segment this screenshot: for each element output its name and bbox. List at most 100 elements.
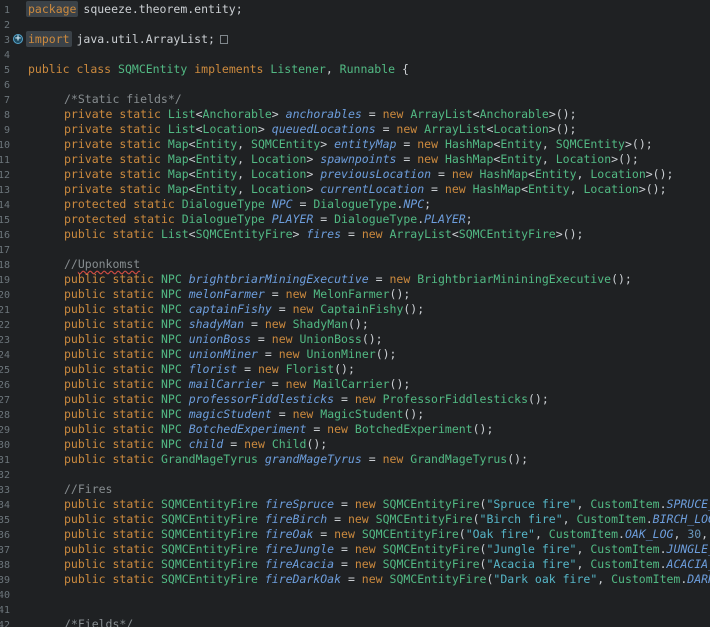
code-line[interactable]: 2 (0, 17, 710, 32)
code-line[interactable]: 34 public static SQMCEntityFire fireSpruc… (0, 497, 710, 512)
code-token: static (119, 167, 161, 181)
code-line[interactable]: 30 public static NPC child = new Child(); (0, 437, 710, 452)
code-text: public static SQMCEntityFire fireAcacia … (25, 557, 710, 572)
line-number: 32 (0, 470, 10, 481)
code-line[interactable]: 25 public static NPC florist = new Floris… (0, 362, 710, 377)
code-token: static (112, 437, 155, 451)
fold-margin (12, 272, 25, 287)
code-token: 30 (687, 527, 702, 541)
code-line[interactable]: 38 public static SQMCEntityFire fireAcaci… (0, 557, 710, 572)
code-line[interactable]: 6 (0, 77, 710, 92)
code-line[interactable]: 9 private static List<Location> queuedLoc… (0, 122, 710, 137)
code-token: public (64, 452, 106, 466)
code-token: , (534, 527, 549, 541)
code-line[interactable]: 5 public class SQMCEntity implements List… (0, 62, 710, 77)
code-token: static (112, 302, 155, 316)
code-line[interactable]: 32 (0, 467, 710, 482)
code-token: CustomItem (590, 497, 660, 511)
code-line[interactable]: 7 /*Static fields*/ (0, 92, 710, 107)
code-token: (); (375, 347, 397, 361)
code-line[interactable]: 17 (0, 242, 710, 257)
code-line[interactable]: 12 private static Map<Entity, Location> p… (0, 167, 710, 182)
code-token: new (334, 527, 355, 541)
code-token: Location (202, 122, 258, 136)
code-line[interactable]: 37 public static SQMCEntityFire fireJungl… (0, 542, 710, 557)
code-line[interactable]: 24 public static NPC unionMiner = new Uni… (0, 347, 710, 362)
code-line[interactable]: 13 private static Map<Entity, Location> c… (0, 182, 710, 197)
code-line[interactable]: 28 public static NPC magicStudent = new M… (0, 407, 710, 422)
code-line[interactable]: 1 package squeeze.theorem.entity; (0, 1, 710, 17)
code-token: List (160, 227, 189, 241)
code-line[interactable]: 33 //Fires (0, 482, 710, 497)
code-line[interactable]: 40 (0, 587, 710, 602)
code-line[interactable]: 16 public static List<SQMCEntityFire> fir… (0, 227, 710, 242)
code-line[interactable]: 8 private static List<Anchorable> anchora… (0, 107, 710, 122)
code-line[interactable]: 10 private static Map<Entity, SQMCEntity>… (0, 137, 710, 152)
code-line[interactable]: 20 public static NPC melonFarmer = new Me… (0, 287, 710, 302)
code-token: public (64, 497, 106, 511)
code-line[interactable]: 11 private static Map<Entity, Location> s… (0, 152, 710, 167)
fold-margin (12, 512, 25, 527)
code-token: , (541, 152, 556, 166)
code-line[interactable]: 4 (0, 47, 710, 62)
line-number: 17 (0, 245, 10, 256)
code-token: SQMCEntityFire (160, 542, 258, 556)
code-line[interactable]: 23 public static NPC unionBoss = new Unio… (0, 332, 710, 347)
code-token: Entity (500, 152, 542, 166)
fold-margin (12, 422, 25, 437)
code-line[interactable]: 21 public static NPC captainFishy = new C… (0, 302, 710, 317)
code-token: > (306, 152, 321, 166)
code-editor[interactable]: 1 package squeeze.theorem.entity; 2 3 + impor… (0, 0, 710, 627)
code-token: ; (424, 197, 432, 211)
code-line[interactable]: 36 public static SQMCEntityFire fireOak =… (0, 527, 710, 542)
code-line[interactable]: 3 + import java.util.ArrayList; (0, 31, 710, 47)
code-token: florist (188, 362, 238, 376)
code-token: static (119, 182, 161, 196)
code-line[interactable]: 26 public static NPC mailCarrier = new Ma… (0, 377, 710, 392)
code-token: fireJungle (264, 542, 335, 556)
code-token: Entity (500, 137, 542, 151)
code-token: static (112, 347, 155, 361)
code-text: //Fires (25, 482, 112, 497)
code-token: unionBoss (188, 332, 251, 346)
code-line[interactable]: 39 public static SQMCEntityFire fireDarkO… (0, 572, 710, 587)
code-token: Child (271, 437, 307, 451)
code-text: public static NPC melonFarmer = new Melo… (25, 287, 410, 302)
code-token: static (112, 272, 155, 286)
code-token: PLAYER (271, 212, 314, 226)
code-line[interactable]: 14 protected static DialogueType NPC = Di… (0, 197, 710, 212)
fold-margin (12, 467, 25, 482)
code-line[interactable]: 19 public static NPC brightbriarMiningExe… (0, 272, 710, 287)
code-token: . (645, 512, 653, 526)
folded-region-icon[interactable] (219, 35, 228, 44)
code-token: ACACIA_L (666, 557, 710, 571)
code-line[interactable]: 42 /*Fields*/ (0, 617, 710, 627)
code-line[interactable]: 22 public static NPC shadyMan = new Shady… (0, 317, 710, 332)
fold-expand-icon[interactable]: + (13, 34, 23, 44)
code-token: GrandMageTyrus (410, 452, 508, 466)
code-token: UnionMiner (306, 347, 376, 361)
code-line[interactable]: 41 (0, 602, 710, 617)
code-line[interactable]: 18 //Uponkomst (0, 257, 710, 272)
code-text: public static SQMCEntityFire fireOak = n… (25, 527, 710, 542)
line-number: 41 (0, 605, 10, 616)
code-token: public (64, 557, 106, 571)
code-line[interactable]: 29 public static NPC BotchedExperiment = … (0, 422, 710, 437)
code-token: CustomItem (590, 542, 660, 556)
code-token: = (313, 527, 335, 541)
code-token: static (112, 527, 155, 541)
code-line[interactable]: 31 public static GrandMageTyrus grandMage… (0, 452, 710, 467)
code-line[interactable]: 27 public static NPC professorFiddlestick… (0, 392, 710, 407)
code-token: public (64, 542, 106, 556)
code-line[interactable]: 35 public static SQMCEntityFire fireBirch… (0, 512, 710, 527)
code-line[interactable]: 15 protected static DialogueType PLAYER =… (0, 212, 710, 227)
